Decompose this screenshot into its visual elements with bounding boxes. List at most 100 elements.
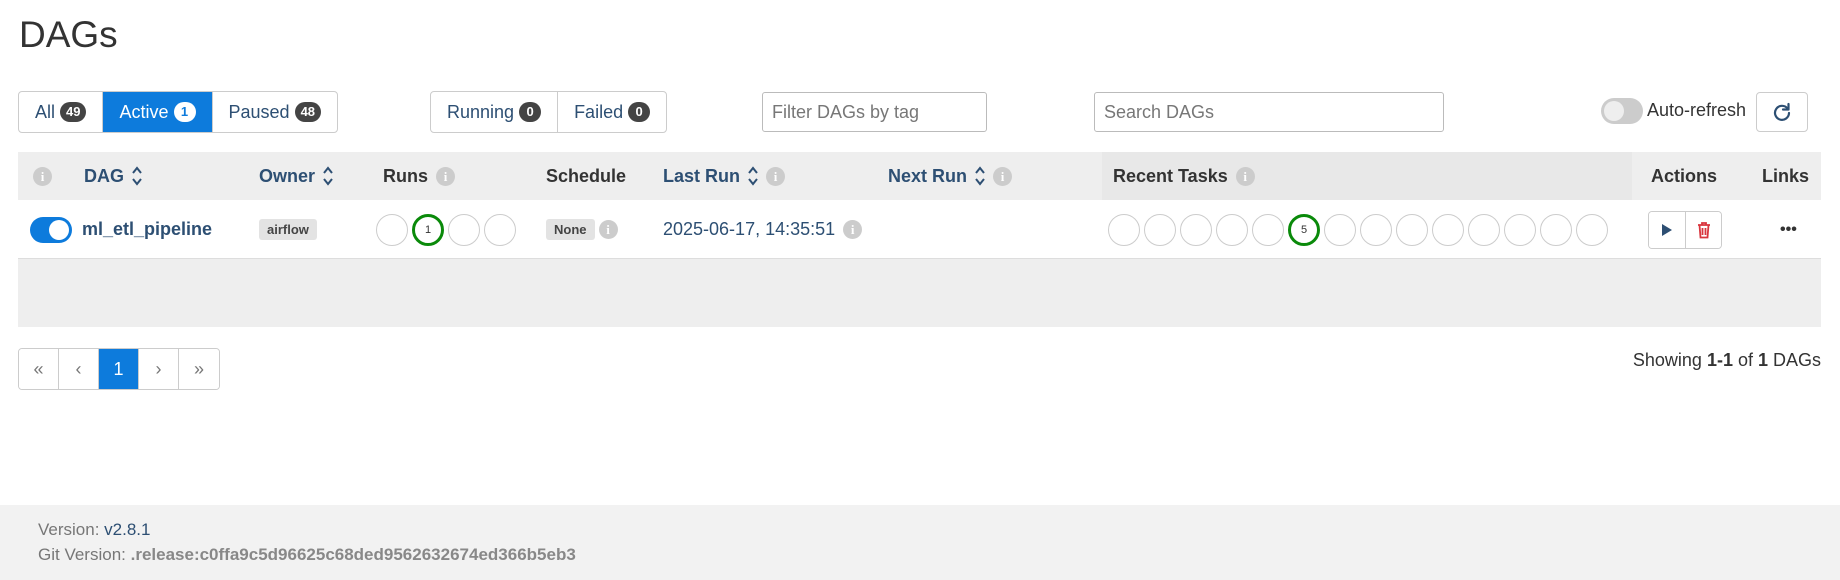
- search-dags-input[interactable]: [1094, 92, 1444, 132]
- table-header: i DAG Owner Runs i Schedule Last Run i N…: [18, 152, 1821, 200]
- auto-refresh-toggle[interactable]: [1601, 98, 1643, 124]
- info-icon[interactable]: i: [843, 220, 863, 239]
- refresh-button[interactable]: [1756, 92, 1808, 132]
- column-next-run[interactable]: Next Run i: [888, 152, 1013, 200]
- column-runs: Runs i: [383, 152, 455, 200]
- action-group: [1648, 210, 1722, 249]
- info-icon[interactable]: i: [598, 220, 618, 239]
- version-link[interactable]: v2.8.1: [104, 520, 150, 539]
- column-last-run-label: Last Run: [663, 165, 741, 186]
- auto-refresh-label: Auto-refresh: [1647, 100, 1747, 120]
- state-filter-group: Running 0 Failed 0: [430, 91, 668, 133]
- task-state-circle[interactable]: [1144, 213, 1176, 246]
- dag-pause-toggle[interactable]: [30, 216, 72, 243]
- task-state-circle[interactable]: [1180, 213, 1212, 246]
- tag-filter-input[interactable]: [762, 92, 987, 132]
- dag-id-link[interactable]: ml_etl_pipeline: [82, 219, 212, 240]
- column-dag-label: DAG: [84, 165, 124, 186]
- column-owner[interactable]: Owner: [259, 152, 333, 200]
- run-state-success[interactable]: 1: [412, 213, 444, 246]
- filter-failed-count: 0: [628, 102, 651, 122]
- task-state-circle[interactable]: [1468, 213, 1500, 246]
- task-state-circle[interactable]: [1540, 213, 1572, 246]
- header-info: i: [33, 152, 52, 200]
- run-state-circle[interactable]: [484, 213, 516, 246]
- filter-failed-label: Failed: [574, 101, 624, 122]
- prev-page-button[interactable]: ‹: [59, 349, 99, 389]
- column-recent-tasks-label: Recent Tasks: [1113, 165, 1228, 186]
- git-version-label: Git Version:: [38, 545, 131, 564]
- task-state-circle[interactable]: [1216, 213, 1248, 246]
- first-page-button[interactable]: «: [19, 349, 59, 389]
- column-links-label: Links: [1762, 165, 1810, 186]
- sort-icon: [323, 166, 333, 186]
- info-icon[interactable]: i: [1235, 166, 1255, 186]
- column-actions-label: Actions: [1651, 165, 1718, 186]
- sort-icon: [132, 166, 142, 186]
- git-version-value: .release:c0ffa9c5d96625c68ded9562632674e…: [130, 545, 576, 564]
- info-icon[interactable]: i: [766, 166, 786, 186]
- current-page-button[interactable]: 1: [99, 349, 139, 389]
- last-page-button[interactable]: »: [179, 349, 219, 389]
- filter-all-label: All: [35, 101, 56, 122]
- toggle-knob: [1604, 101, 1624, 121]
- showing-summary: Showing 1-1 of 1 DAGs: [1633, 350, 1821, 371]
- filter-running-button[interactable]: Running 0: [431, 92, 559, 132]
- task-state-circle[interactable]: [1396, 213, 1428, 246]
- showing-range: 1-1: [1706, 350, 1733, 370]
- task-state-circle[interactable]: [1432, 213, 1464, 246]
- showing-total: 1: [1757, 350, 1768, 370]
- column-schedule-label: Schedule: [546, 165, 627, 186]
- last-run-cell: 2025-06-17, 14:35:51 i: [663, 200, 863, 259]
- owner-tag[interactable]: airflow: [259, 219, 317, 240]
- status-filter-group: All 49 Active 1 Paused 48: [18, 91, 339, 133]
- trigger-dag-button[interactable]: [1649, 211, 1685, 248]
- filter-running-label: Running: [447, 101, 515, 122]
- run-state-circle[interactable]: [448, 213, 480, 246]
- column-last-run[interactable]: Last Run i: [663, 152, 786, 200]
- showing-of: of: [1732, 350, 1758, 370]
- refresh-icon: [1773, 102, 1791, 121]
- column-actions: Actions: [1651, 152, 1717, 200]
- filter-all-count: 49: [60, 102, 87, 122]
- filter-paused-count: 48: [294, 102, 322, 122]
- task-state-circle[interactable]: [1360, 213, 1392, 246]
- info-icon[interactable]: i: [993, 166, 1013, 186]
- owner-cell: airflow: [259, 200, 317, 259]
- last-run-link[interactable]: 2025-06-17, 14:35:51: [663, 219, 835, 240]
- table-row: ml_etl_pipeline airflow 1 None i 2025-06…: [18, 200, 1821, 259]
- links-menu[interactable]: •••: [1780, 200, 1797, 259]
- toggle-knob: [49, 219, 69, 240]
- delete-dag-button[interactable]: [1685, 211, 1721, 248]
- recent-tasks-cell: 5: [1108, 200, 1612, 259]
- filter-all-button[interactable]: All 49: [19, 92, 104, 132]
- trash-icon: [1697, 221, 1710, 238]
- column-owner-label: Owner: [259, 165, 316, 186]
- filter-active-button[interactable]: Active 1: [103, 92, 213, 132]
- task-state-circle[interactable]: [1324, 213, 1356, 246]
- actions-cell: [1648, 200, 1722, 259]
- filter-paused-label: Paused: [228, 101, 290, 122]
- info-icon[interactable]: i: [436, 166, 455, 186]
- task-state-circle[interactable]: [1504, 213, 1536, 246]
- run-state-circle[interactable]: [376, 213, 408, 246]
- task-state-circle[interactable]: [1108, 213, 1140, 246]
- task-state-circle[interactable]: [1576, 213, 1608, 246]
- filter-paused-button[interactable]: Paused 48: [213, 92, 338, 132]
- filter-active-count: 1: [173, 102, 196, 122]
- footer: Version: v2.8.1 Git Version: .release:c0…: [0, 505, 1840, 580]
- column-dag[interactable]: DAG: [84, 152, 142, 200]
- filter-failed-button[interactable]: Failed 0: [558, 92, 666, 132]
- table-filler: [18, 259, 1821, 327]
- column-recent-tasks: Recent Tasks i: [1102, 152, 1632, 200]
- column-links: Links: [1762, 152, 1809, 200]
- task-state-circle[interactable]: [1252, 213, 1284, 246]
- showing-prefix: Showing: [1632, 350, 1707, 370]
- dag-cell: ml_etl_pipeline: [30, 200, 212, 259]
- next-page-button[interactable]: ›: [139, 349, 179, 389]
- info-icon[interactable]: i: [33, 166, 52, 186]
- task-state-success[interactable]: 5: [1288, 213, 1320, 246]
- git-version-line: Git Version: .release:c0ffa9c5d96625c68d…: [38, 545, 576, 565]
- column-schedule: Schedule: [546, 152, 626, 200]
- sort-icon: [748, 166, 758, 186]
